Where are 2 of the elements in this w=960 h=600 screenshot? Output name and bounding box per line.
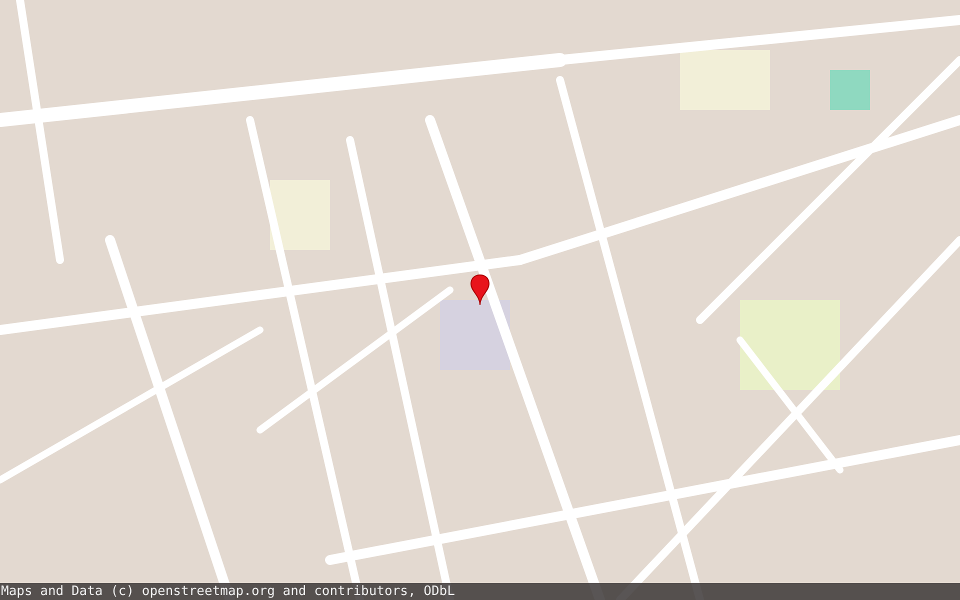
map-pin-icon[interactable] bbox=[470, 274, 490, 306]
attribution-text: Maps and Data (c) openstreetmap.org and contributors, ODbL bbox=[0, 584, 455, 599]
